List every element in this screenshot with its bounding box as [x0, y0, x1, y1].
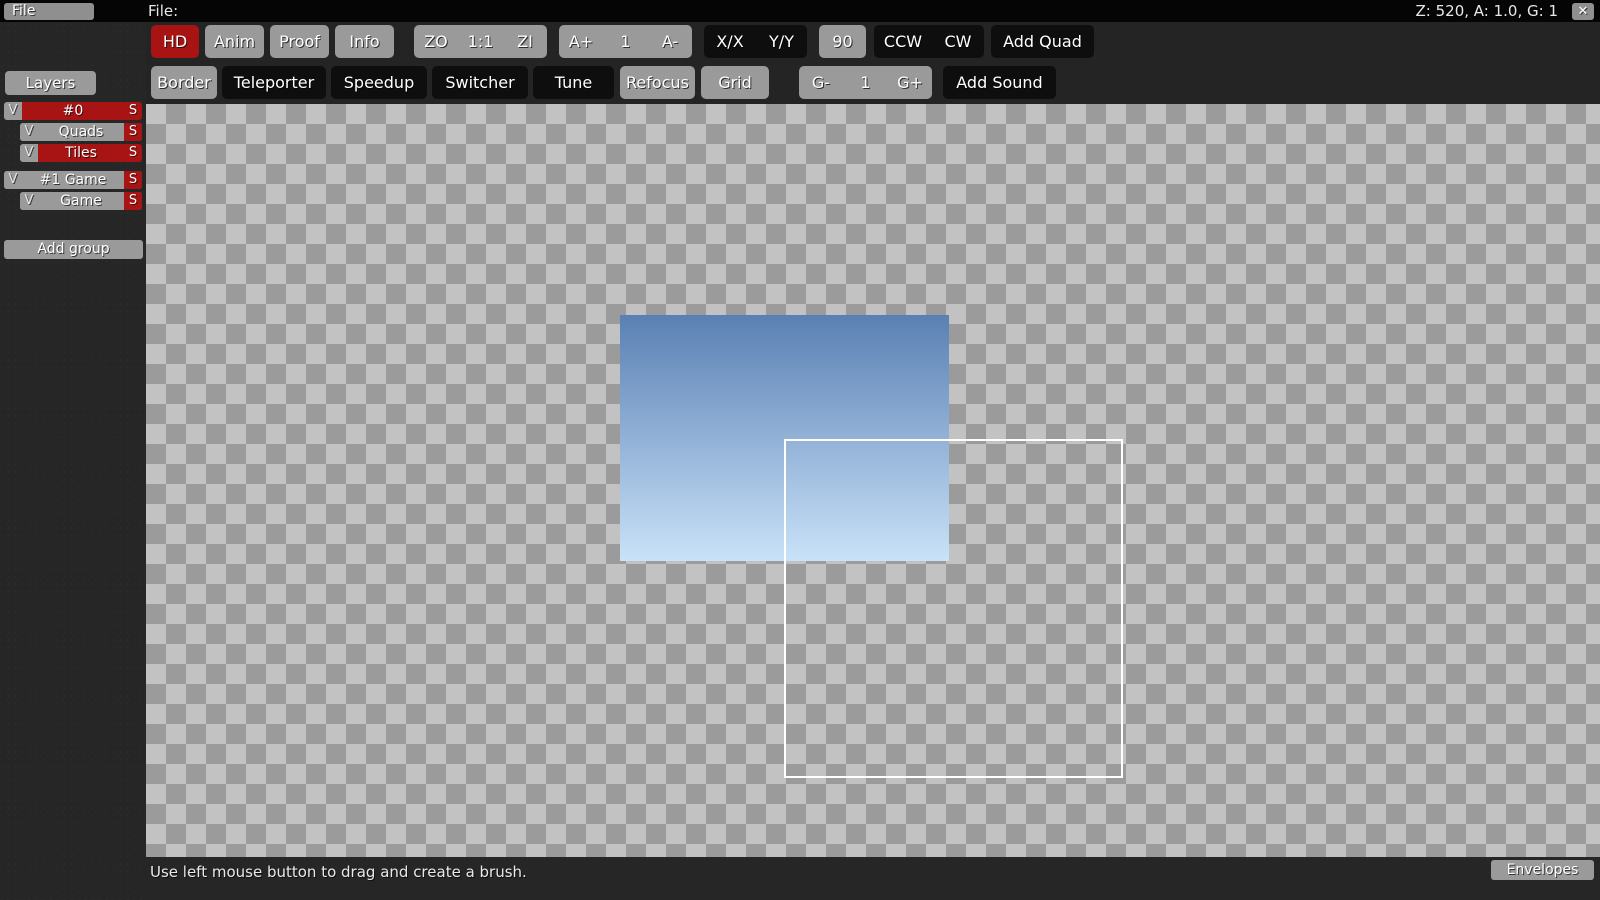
solo-toggle-button[interactable]: S — [124, 192, 142, 210]
envelopes-button[interactable]: Envelopes — [1491, 860, 1594, 880]
visibility-toggle-icon[interactable]: V — [4, 102, 22, 120]
grid-increase-button[interactable]: G+ — [888, 66, 932, 99]
flip-horizontal-button[interactable]: X/X — [704, 25, 756, 58]
current-file-label: File: — [148, 2, 178, 21]
anim-speed-value[interactable]: 1 — [603, 25, 648, 58]
visibility-toggle-icon[interactable]: V — [4, 171, 22, 189]
solo-toggle-button[interactable]: S — [124, 123, 142, 141]
flip-vertical-button[interactable]: Y/Y — [756, 25, 807, 58]
status-hint-text: Use left mouse button to drag and create… — [150, 862, 527, 882]
group-row[interactable]: V#0S — [4, 102, 142, 120]
visibility-toggle-icon[interactable]: V — [20, 144, 38, 162]
layer-name-label: #1 Game — [22, 171, 124, 189]
toolbar-button-hd[interactable]: HD — [151, 25, 199, 58]
toolbar-button-grid[interactable]: Grid — [701, 66, 769, 99]
rotate-ccw-button[interactable]: CCW — [874, 25, 932, 58]
layer-list: V#0SVQuadsSVTilesSV#1 GameSVGameS — [0, 102, 146, 213]
add-group-button[interactable]: Add group — [4, 240, 143, 259]
status-bar: Use left mouse button to drag and create… — [146, 857, 1600, 900]
zoom-out-button[interactable]: ZO — [414, 25, 458, 58]
editor-window: File File: Z: 520, A: 1.0, G: 1 ✕ Layers… — [0, 0, 1600, 900]
add-sound-button[interactable]: Add Sound — [943, 66, 1056, 99]
grid-decrease-button[interactable]: G- — [799, 66, 843, 99]
toolbar-button-anim[interactable]: Anim — [205, 25, 264, 58]
rotate-control-group: CCW CW — [874, 25, 984, 58]
flip-control-group: X/X Y/Y — [704, 25, 807, 58]
toolbar-button-refocus[interactable]: Refocus — [620, 66, 695, 99]
solo-toggle-button[interactable]: S — [124, 171, 142, 189]
layer-row[interactable]: VGameS — [20, 192, 142, 210]
group-row[interactable]: V#1 GameS — [4, 171, 142, 189]
toolbar-button-tune[interactable]: Tune — [533, 66, 614, 99]
toolbar-button-info[interactable]: Info — [335, 25, 394, 58]
layer-name-label: Tiles — [38, 144, 124, 162]
editor-status-readout: Z: 520, A: 1.0, G: 1 — [1416, 2, 1558, 21]
toolbar-button-speedup[interactable]: Speedup — [331, 66, 427, 99]
layer-row[interactable]: VQuadsS — [20, 123, 142, 141]
visibility-toggle-icon[interactable]: V — [20, 123, 38, 141]
anim-speed-decrease-button[interactable]: A- — [648, 25, 692, 58]
toolbar-button-proof[interactable]: Proof — [270, 25, 329, 58]
visibility-toggle-icon[interactable]: V — [20, 192, 38, 210]
rotate-cw-button[interactable]: CW — [932, 25, 984, 58]
layer-name-label: Quads — [38, 123, 124, 141]
layer-row[interactable]: VTilesS — [20, 144, 142, 162]
anim-speed-increase-button[interactable]: A+ — [559, 25, 603, 58]
layer-name-label: #0 — [22, 102, 124, 120]
close-icon[interactable]: ✕ — [1572, 3, 1594, 20]
file-menu-button[interactable]: File — [4, 3, 94, 20]
map-canvas[interactable] — [146, 104, 1600, 857]
menubar: File File: Z: 520, A: 1.0, G: 1 ✕ — [0, 0, 1600, 22]
selection-rectangle[interactable] — [784, 439, 1123, 778]
grid-size-group: G- 1 G+ — [799, 66, 932, 99]
grid-size-value[interactable]: 1 — [843, 66, 888, 99]
zoom-reset-button[interactable]: 1:1 — [458, 25, 503, 58]
layers-sidebar: Layers V#0SVQuadsSVTilesSV#1 GameSVGameS… — [0, 22, 146, 900]
toolbar-button-teleporter[interactable]: Teleporter — [222, 66, 326, 99]
zoom-in-button[interactable]: ZI — [503, 25, 547, 58]
toolbar-button-switcher[interactable]: Switcher — [432, 66, 528, 99]
rotation-angle-value[interactable]: 90 — [819, 25, 866, 58]
solo-toggle-button[interactable]: S — [124, 144, 142, 162]
add-quad-button[interactable]: Add Quad — [991, 25, 1094, 58]
solo-toggle-button[interactable]: S — [124, 102, 142, 120]
animation-speed-group: A+ 1 A- — [559, 25, 692, 58]
zoom-control-group: ZO 1:1 ZI — [414, 25, 547, 58]
layer-name-label: Game — [38, 192, 124, 210]
toolbar-button-border[interactable]: Border — [151, 66, 217, 99]
layers-panel-header[interactable]: Layers — [5, 71, 96, 95]
